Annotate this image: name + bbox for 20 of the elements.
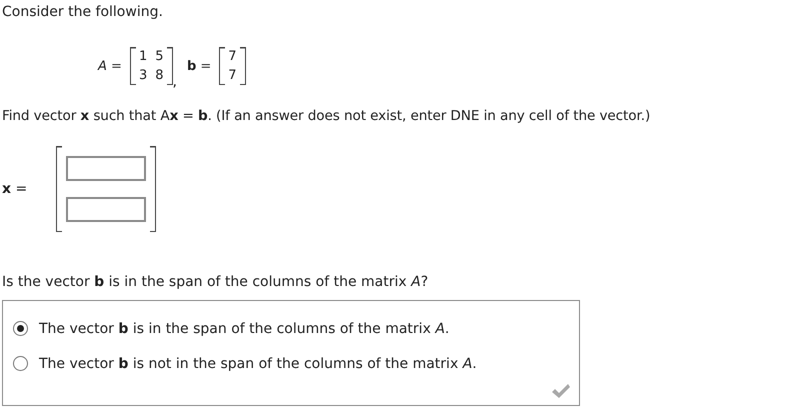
vector-label: b = — [186, 58, 212, 74]
answer-field[interactable] — [66, 156, 146, 181]
matrix-entry: 8 — [155, 68, 164, 83]
matrix-entry: 1 — [138, 49, 148, 64]
vector-entry: 7 — [228, 68, 237, 83]
matrix-label: A = — [98, 58, 122, 74]
matrix-entry: 5 — [155, 49, 164, 64]
answer-field[interactable] — [66, 197, 146, 222]
matrix-entry: 3 — [138, 68, 148, 83]
option-label[interactable]: The vector b is not in the span of the columns of the matrix A. — [39, 356, 477, 372]
instruction-text: Find vector x such that Ax = b. (If an answer does not exist, enter DNE in any cell of the vector.) — [2, 108, 652, 124]
comma: , — [172, 74, 177, 90]
vector-label: x = — [2, 181, 28, 197]
radio-button[interactable] — [13, 321, 28, 336]
question-text: Is the vector b is in the span of the columns of the matrix A? — [2, 274, 430, 290]
radio-button[interactable] — [13, 356, 28, 371]
vector-entry: 7 — [228, 49, 237, 64]
option-label[interactable]: The vector b is in the span of the columns of the matrix A. — [39, 320, 450, 336]
intro-text: Consider the following. — [2, 4, 164, 22]
checkmark-icon — [551, 383, 571, 399]
